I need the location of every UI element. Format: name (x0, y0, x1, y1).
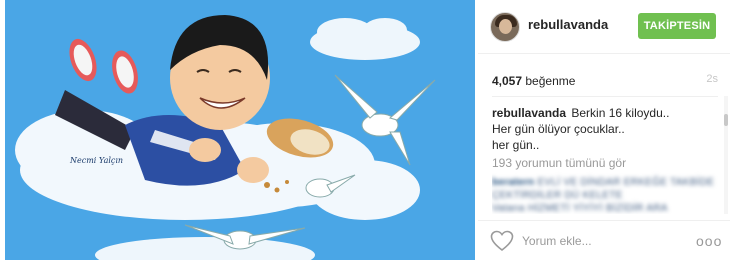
scrollbar-thumb[interactable] (724, 114, 728, 126)
caption-line-1: Berkin 16 kiloydu.. (571, 106, 670, 120)
instagram-post: Necmi Yalçın rebullavanda TAKİPTESİN 4,0… (0, 0, 730, 260)
post-image[interactable]: Necmi Yalçın (5, 0, 475, 260)
comment-input[interactable] (522, 231, 662, 251)
right-hand (237, 157, 269, 183)
heart-icon[interactable] (490, 230, 514, 252)
post-time: 2s (706, 73, 718, 85)
following-button[interactable]: TAKİPTESİN (638, 13, 716, 39)
left-hand (189, 138, 221, 162)
comments-scrollbar[interactable] (724, 96, 728, 214)
post-caption: rebullavanda Berkin 16 kiloydu.. Her gün… (492, 105, 718, 153)
post-header: rebullavanda TAKİPTESİN (478, 0, 730, 54)
likes-count[interactable]: 4,057 beğenme (492, 74, 575, 88)
artist-signature: Necmi Yalçın (69, 156, 123, 165)
boy-head (170, 15, 270, 130)
likes-row: 4,057 beğenme 2s (492, 72, 718, 90)
comment-username[interactable]: beratern (492, 177, 534, 188)
top-cloud (310, 18, 420, 60)
comment-line-2: Vatana HİZMETİ YİYİYİ BİZİDİR ARA (492, 203, 668, 214)
caption-username[interactable]: rebullavanda (492, 106, 566, 120)
cartoon-illustration: Necmi Yalçın (5, 0, 475, 260)
username-link[interactable]: rebullavanda (528, 17, 608, 32)
post-sidebar: rebullavanda TAKİPTESİN 4,057 beğenme 2s… (478, 0, 730, 260)
caption-line-3: her gün.. (492, 138, 540, 152)
avatar[interactable] (490, 12, 520, 42)
view-all-comments-link[interactable]: 193 yorumun tümünü gör (492, 156, 718, 170)
blurred-comment: beratern EVLİ VE DİNDAR ERKEĞE TAKBİDE Ç… (492, 176, 718, 214)
comments-area: rebullavanda Berkin 16 kiloydu.. Her gün… (492, 96, 718, 214)
more-options-button[interactable]: ooo (696, 231, 721, 251)
post-footer: ooo (478, 220, 730, 260)
caption-line-2: Her gün ölüyor çocuklar.. (492, 122, 625, 136)
